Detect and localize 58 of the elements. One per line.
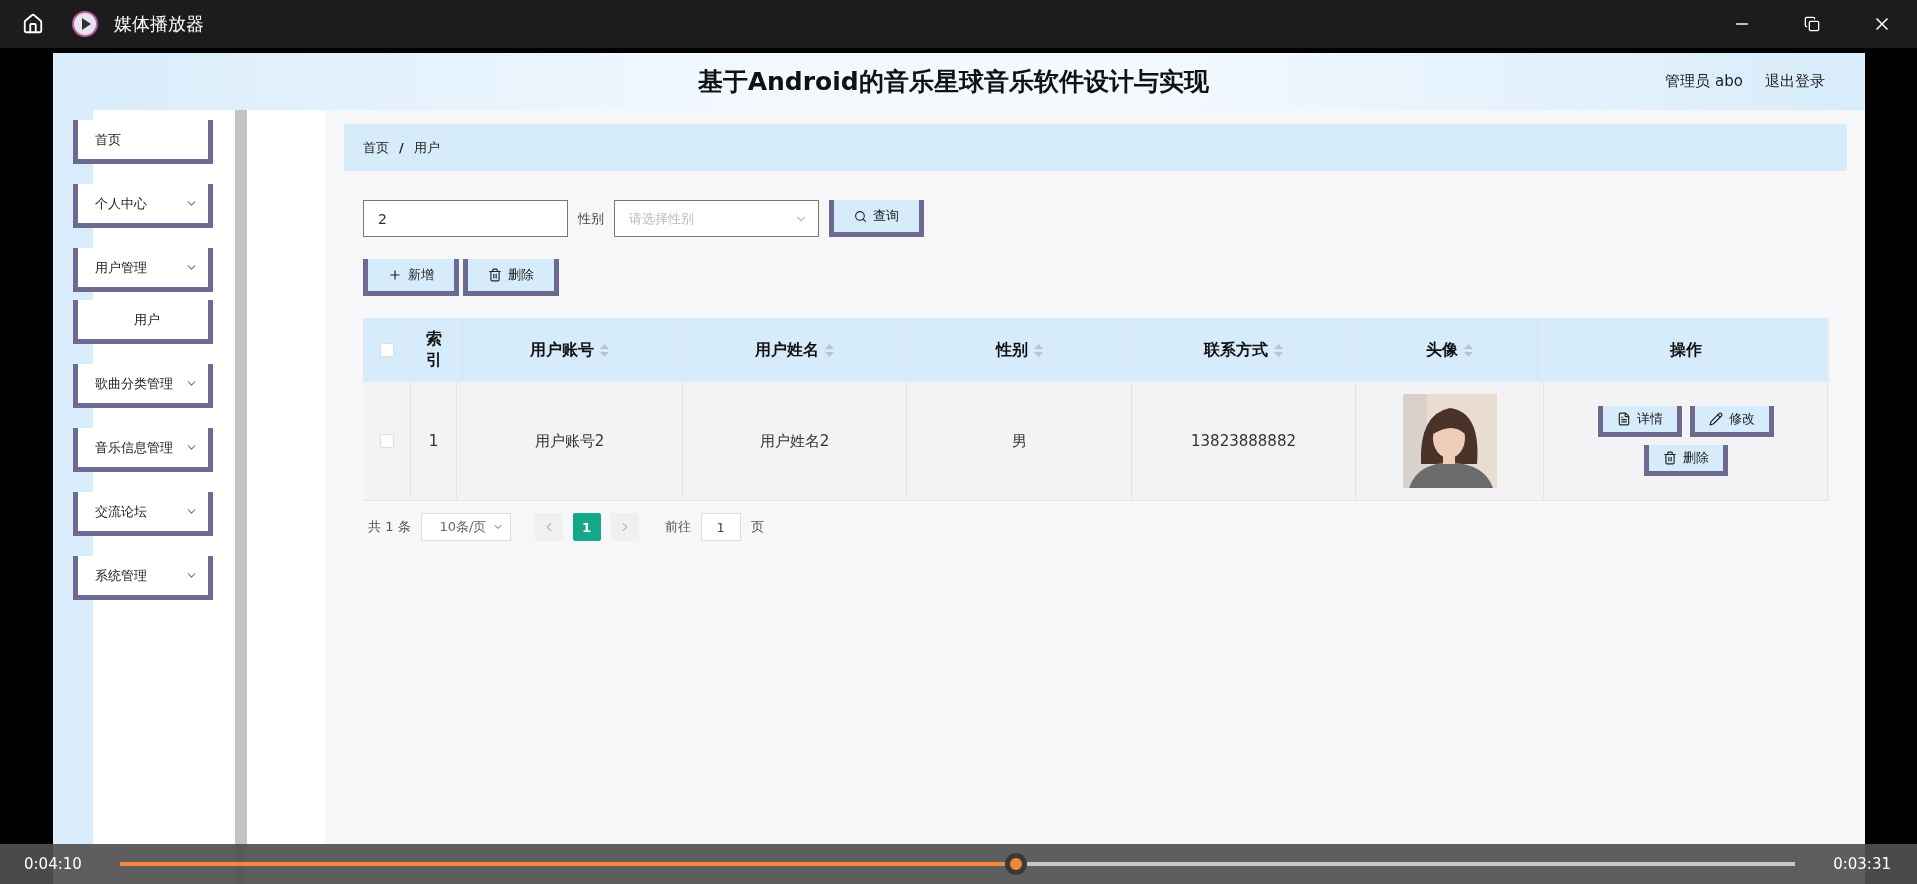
elapsed-time: 0:04:10 xyxy=(24,855,82,873)
column-header[interactable]: 头像 xyxy=(1426,339,1458,361)
pencil-icon xyxy=(1708,412,1723,426)
goto-page-field[interactable]: 1 xyxy=(700,513,741,541)
sort-icon xyxy=(600,343,609,357)
sidebar-item[interactable]: 系统管理 xyxy=(73,556,213,600)
play-circle-icon xyxy=(72,11,98,37)
plus-icon xyxy=(388,268,402,282)
column-header: 索引 xyxy=(425,329,442,371)
window-title: 媒体播放器 xyxy=(114,12,204,36)
column-header[interactable]: 用户姓名 xyxy=(755,339,819,361)
column-header: 操作 xyxy=(1669,339,1702,361)
sidebar-item[interactable]: 个人中心 xyxy=(73,184,213,228)
detail-button[interactable]: 详情 xyxy=(1597,406,1682,437)
column-header[interactable]: 联系方式 xyxy=(1204,339,1268,361)
breadcrumb-separator: / xyxy=(399,140,404,155)
table-cell: 1 xyxy=(428,432,439,450)
sidebar-subitem[interactable]: 用户 xyxy=(73,300,213,344)
column-header[interactable]: 用户账号 xyxy=(530,339,594,361)
home-icon[interactable] xyxy=(22,13,44,35)
user-label: 管理员 abo xyxy=(1665,72,1743,91)
delete-button[interactable]: 删除 xyxy=(463,259,559,296)
goto-label: 前往 xyxy=(664,518,691,536)
sort-icon xyxy=(1464,343,1473,357)
restore-icon[interactable] xyxy=(1804,16,1820,32)
sort-icon xyxy=(1274,343,1283,357)
page-size-select[interactable]: 10条/页 xyxy=(420,513,511,541)
search-icon xyxy=(854,209,867,223)
remaining-time: 0:03:31 xyxy=(1833,855,1891,873)
checkbox[interactable] xyxy=(379,343,394,357)
table-cell: 用户姓名2 xyxy=(759,431,830,451)
sort-icon xyxy=(825,343,834,357)
table-cell: 男 xyxy=(1011,431,1027,451)
trash-icon xyxy=(488,268,502,282)
sidebar-item[interactable]: 歌曲分类管理 xyxy=(73,364,213,408)
sort-icon xyxy=(1033,343,1043,357)
delete-button[interactable]: 删除 xyxy=(1643,445,1728,476)
document-icon xyxy=(1616,412,1631,426)
page-title: 基于Android的音乐星球音乐软件设计与实现 xyxy=(696,66,1210,98)
table-cell: 用户账号2 xyxy=(534,431,605,451)
column-header[interactable]: 性别 xyxy=(995,339,1028,361)
logout-link[interactable]: 退出登录 xyxy=(1765,72,1825,91)
sidebar-item[interactable]: 音乐信息管理 xyxy=(73,428,213,472)
sidebar-item[interactable]: 首页 xyxy=(73,120,213,164)
gender-label: 性别 xyxy=(578,209,604,228)
checkbox[interactable] xyxy=(379,434,394,448)
add-button[interactable]: 新增 xyxy=(363,259,459,296)
breadcrumb-item[interactable]: 首页 xyxy=(363,138,389,157)
total-count: 共 1 条 xyxy=(368,518,411,536)
search-field[interactable]: 2 xyxy=(363,200,568,237)
trash-icon xyxy=(1662,451,1677,465)
edit-button[interactable]: 修改 xyxy=(1689,406,1774,437)
sidebar-item[interactable]: 用户管理 xyxy=(73,248,213,292)
breadcrumb-item: 用户 xyxy=(413,138,440,157)
page-unit-label: 页 xyxy=(750,518,764,536)
search-button[interactable]: 查询 xyxy=(829,200,924,237)
table-cell: 13823888882 xyxy=(1191,432,1296,450)
sidebar-item[interactable]: 交流论坛 xyxy=(73,492,213,536)
